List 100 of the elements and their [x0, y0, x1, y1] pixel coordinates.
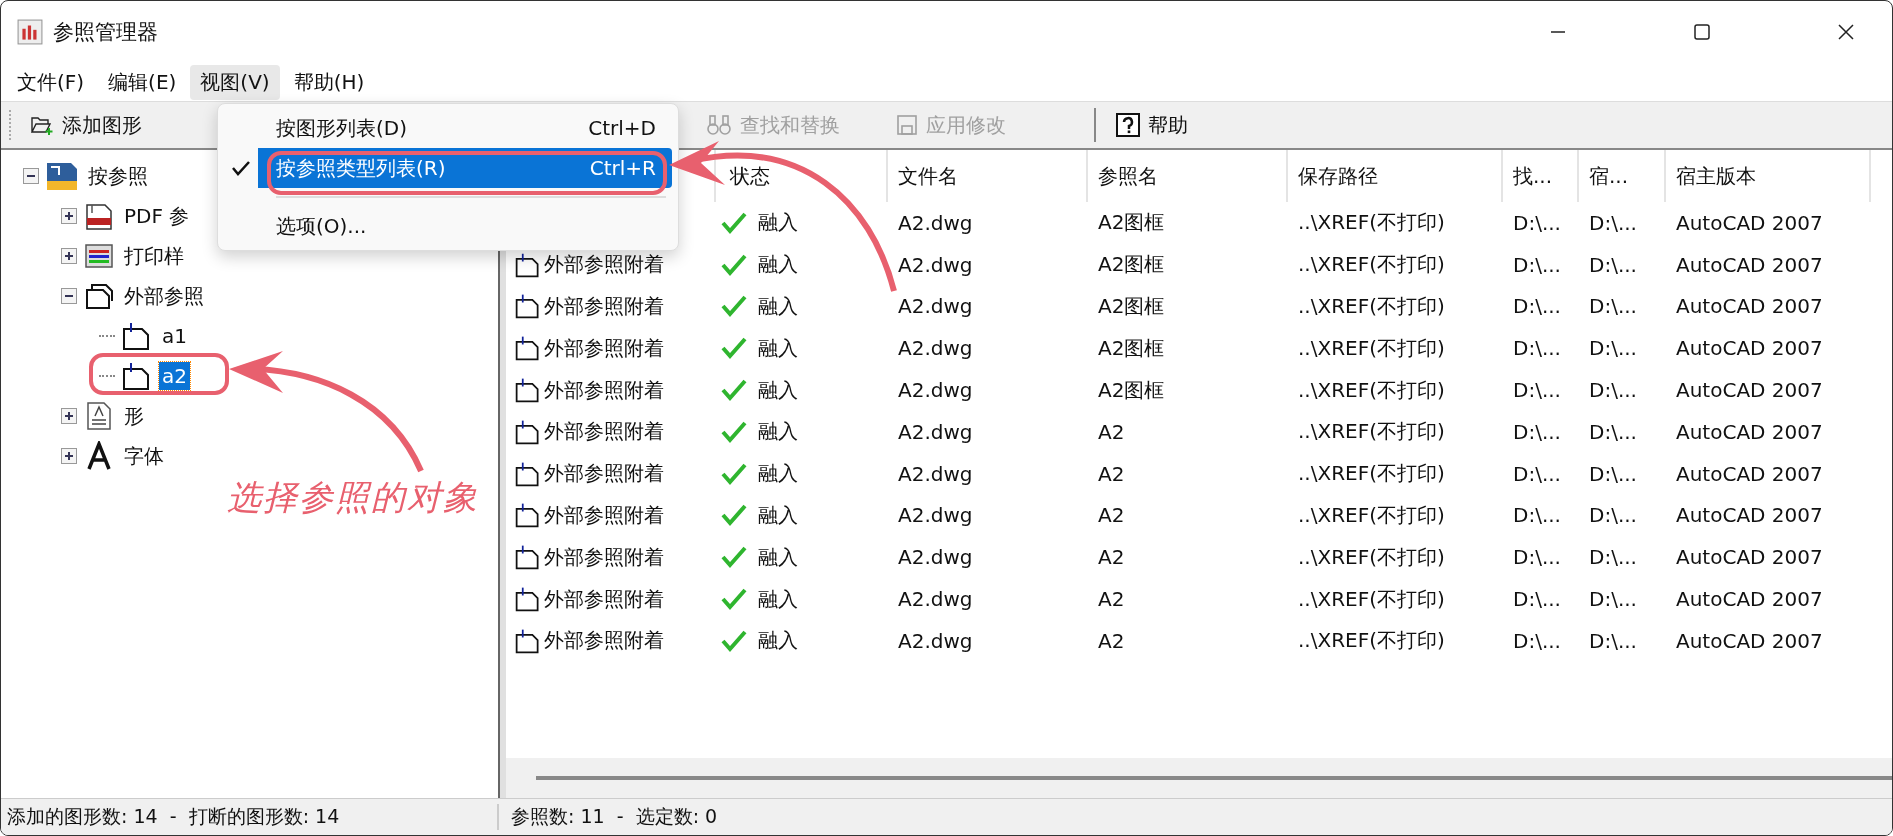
menu-item[interactable]: 视图(V)	[190, 64, 280, 100]
table-cell: D:\...	[1513, 503, 1561, 528]
annotation-text: 选择参照的对象	[227, 476, 479, 519]
table-cell: A2.dwg	[898, 503, 973, 528]
tree-item[interactable]: PDF 参	[121, 200, 193, 232]
tree-item[interactable]: 按参照	[85, 160, 151, 192]
menu-item[interactable]: 文件(F)	[7, 64, 95, 100]
check-icon	[720, 378, 748, 403]
table-cell: D:\...	[1513, 419, 1561, 444]
tree-item[interactable]: 形	[121, 400, 147, 432]
save-icon	[896, 114, 918, 136]
table-cell: D:\...	[1513, 587, 1561, 612]
tree-item[interactable]: 打印样	[121, 240, 187, 272]
table-cell: A2图框	[1098, 293, 1165, 320]
table-cell: A2.dwg	[898, 419, 973, 444]
menu-item[interactable]: 编辑(E)	[98, 64, 187, 100]
clipped-sheet-icon	[514, 292, 542, 321]
printer-style-icon	[83, 241, 115, 271]
table-cell: D:\...	[1513, 378, 1561, 403]
expand-toggle[interactable]	[61, 208, 77, 224]
menu-option[interactable]: 按图形列表(D) Ctrl+D	[224, 108, 672, 148]
binoculars-icon	[706, 114, 732, 136]
table-cell: D:\...	[1589, 503, 1637, 528]
table-cell: D:\...	[1589, 545, 1637, 570]
menu-item[interactable]: 帮助(H)	[283, 64, 375, 100]
table-cell: A2.dwg	[898, 378, 973, 403]
column-header[interactable]: 找...	[1503, 150, 1579, 202]
check-icon	[720, 461, 748, 486]
check-icon	[720, 252, 748, 277]
table-cell: D:\...	[1589, 587, 1637, 612]
table-cell: ..\XREF(不打印)	[1298, 209, 1445, 237]
table-cell: 外部参照附着	[544, 501, 664, 529]
table-cell: AutoCAD 2007	[1676, 628, 1823, 653]
column-header[interactable]: 文件名	[888, 150, 1088, 202]
question-icon	[1116, 113, 1140, 137]
table-cell: ..\XREF(不打印)	[1298, 460, 1445, 488]
table-cell: A2.dwg	[898, 294, 973, 319]
table-cell: D:\...	[1513, 210, 1561, 235]
add-drawing-button[interactable]: 添加图形	[22, 107, 150, 143]
column-header[interactable]: 宿...	[1579, 150, 1666, 202]
table-cell: D:\...	[1513, 545, 1561, 570]
table-cell: AutoCAD 2007	[1676, 252, 1823, 277]
tree-item[interactable]: a1	[159, 322, 190, 350]
horizontal-scrollbar[interactable]	[506, 758, 1892, 798]
table-cell: 外部参照附着	[544, 251, 664, 279]
table-cell: 外部参照附着	[544, 460, 664, 488]
table-cell: ..\XREF(不打印)	[1298, 418, 1445, 446]
menu-option[interactable]: 选项(O)...	[224, 206, 672, 246]
help-button[interactable]: 帮助	[1108, 107, 1196, 143]
table-cell: A2.dwg	[898, 461, 973, 486]
table-cell: 外部参照附着	[544, 334, 664, 362]
table-cell: A2.dwg	[898, 628, 973, 653]
clipped-sheet-icon	[514, 543, 542, 572]
table-cell: AutoCAD 2007	[1676, 336, 1823, 361]
tree-item[interactable]: 字体	[121, 440, 167, 472]
check-icon	[720, 210, 748, 235]
check-icon	[720, 587, 748, 612]
table-cell: A2	[1098, 461, 1125, 486]
window-title: 参照管理器	[53, 19, 158, 46]
column-header[interactable]: 参照名	[1088, 150, 1288, 202]
table-cell: ..\XREF(不打印)	[1298, 251, 1445, 279]
expand-toggle[interactable]	[61, 448, 77, 464]
status-text: 参照数: 11 - 选定数: 0	[510, 804, 718, 829]
table-cell: ..\XREF(不打印)	[1298, 501, 1445, 529]
maximize-icon[interactable]	[1694, 24, 1710, 40]
table-cell: D:\...	[1589, 628, 1637, 653]
table-cell: D:\...	[1589, 419, 1637, 444]
menu-option[interactable]: 按参照类型列表(R) Ctrl+R	[224, 148, 672, 188]
table-cell: 外部参照附着	[544, 627, 664, 655]
table-cell: 融入	[758, 209, 798, 237]
table-cell: 融入	[758, 460, 798, 488]
expand-toggle[interactable]	[61, 248, 77, 264]
table-cell: D:\...	[1589, 210, 1637, 235]
column-header[interactable]: 宿主版本	[1666, 150, 1871, 202]
table-cell: 融入	[758, 376, 798, 404]
table-cell: 外部参照附着	[544, 543, 664, 571]
tree-item[interactable]: 外部参照	[121, 280, 207, 312]
folder-plus-icon	[30, 114, 54, 136]
table-cell: 融入	[758, 251, 798, 279]
column-header[interactable]: 保存路径	[1288, 150, 1503, 202]
check-icon	[720, 419, 748, 444]
linked-sheets-icon	[83, 281, 115, 311]
table-cell: 外部参照附着	[544, 418, 664, 446]
app-icon	[17, 19, 43, 45]
table-cell: D:\...	[1589, 294, 1637, 319]
table-cell: D:\...	[1513, 461, 1561, 486]
check-icon	[720, 294, 748, 319]
table-cell: A2	[1098, 419, 1125, 444]
table-cell: A2图框	[1098, 209, 1165, 237]
table-cell: AutoCAD 2007	[1676, 503, 1823, 528]
table-cell: D:\...	[1513, 628, 1561, 653]
collapse-toggle[interactable]	[61, 288, 77, 304]
expand-toggle[interactable]	[61, 408, 77, 424]
table-cell: D:\...	[1513, 252, 1561, 277]
table-cell: AutoCAD 2007	[1676, 419, 1823, 444]
clipped-sheet-icon	[514, 501, 542, 530]
close-icon[interactable]	[1838, 24, 1854, 40]
collapse-toggle[interactable]	[23, 168, 39, 184]
tree-item[interactable]: a2	[159, 362, 190, 390]
clipped-sheet-icon	[514, 376, 542, 405]
